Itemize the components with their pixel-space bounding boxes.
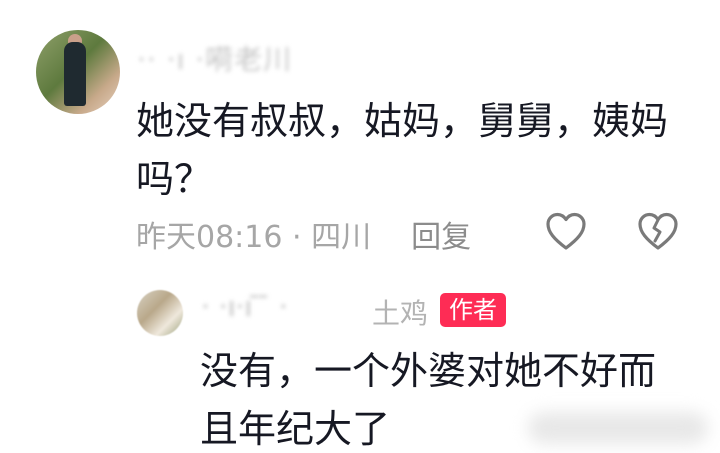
comment-text: 她没有叔叔，姑妈，舅舅，姨妈吗？ bbox=[136, 99, 669, 201]
comment-meta-row: 昨天08:16 · 四川 回复 bbox=[136, 212, 471, 256]
author-badge: 作者 bbox=[440, 293, 506, 327]
comment-username[interactable]: ·· ·ı ·嗬老川 bbox=[137, 38, 292, 78]
comment-thread: ·· ·ı ·嗬老川 她没有叔叔，姑妈，舅舅，姨妈吗？ 昨天08:16 · 四川… bbox=[0, 0, 720, 453]
reply-button[interactable]: 回复 bbox=[411, 212, 471, 256]
broken-heart-icon[interactable] bbox=[636, 210, 680, 254]
reply-username[interactable]: · ·ı·ı ̄ ̄ · bbox=[201, 290, 288, 323]
blurred-overlay bbox=[528, 412, 708, 444]
comment-timestamp-location: 昨天08:16 · 四川 bbox=[136, 220, 372, 255]
avatar-person-body bbox=[64, 42, 86, 106]
reply-avatar[interactable] bbox=[137, 290, 183, 336]
heart-outline-icon[interactable] bbox=[544, 210, 588, 254]
avatar[interactable] bbox=[36, 30, 120, 114]
reply-username-tail[interactable]: 土鸡 bbox=[372, 292, 428, 332]
